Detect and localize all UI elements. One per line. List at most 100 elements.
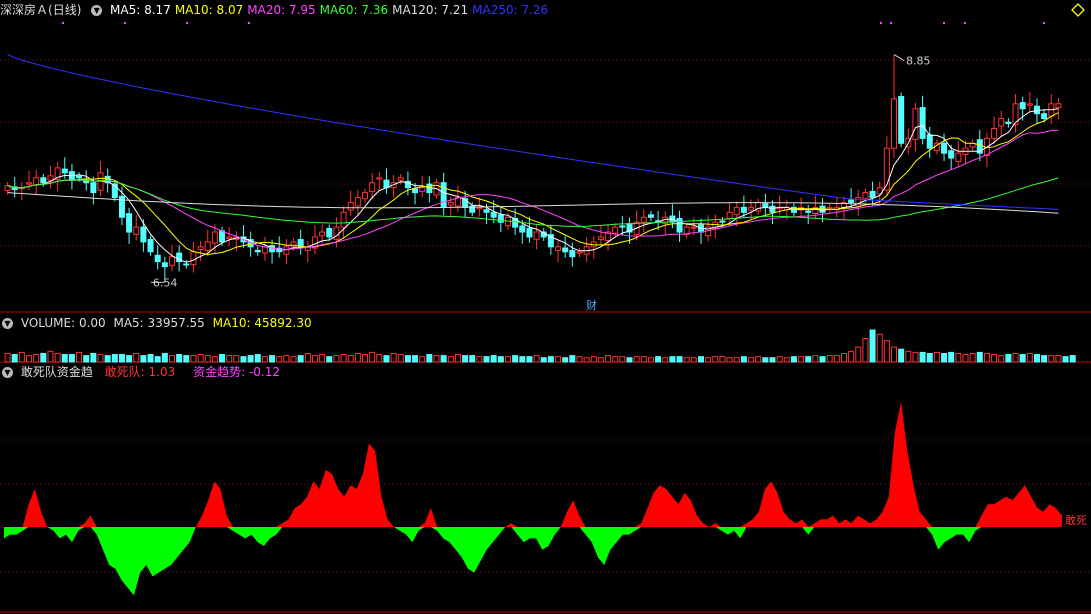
indicator-legend: ▼ 敢死队资金趋 敢死队: 1.03 资金趋势: -0.12 [0, 364, 284, 380]
volume-bar [118, 354, 125, 363]
candle-body [219, 230, 226, 243]
stock-name: 深深房Ａ [0, 3, 49, 17]
volume-bar [433, 355, 440, 363]
volume-bar [211, 356, 218, 363]
candle-body [748, 206, 755, 211]
candle-body [640, 216, 647, 223]
candle-body [991, 127, 998, 139]
candle-body [941, 142, 948, 154]
chevron-down-icon[interactable]: ▼ [91, 5, 103, 16]
candle-body [998, 118, 1005, 127]
volume-bar [40, 352, 47, 363]
volume-bar [254, 354, 261, 363]
volume-bar [204, 355, 211, 363]
chevron-down-icon[interactable]: ▼ [2, 318, 13, 329]
candle-body [126, 213, 133, 233]
candle-body [226, 236, 233, 239]
volume-ma10-label: MA10: [212, 316, 255, 330]
volume-bar [347, 355, 354, 363]
candle-body [569, 250, 576, 258]
volume-bar [555, 356, 562, 363]
chevron-down-icon[interactable]: ▼ [2, 367, 13, 378]
volume-bar [454, 354, 461, 363]
volume-bar [705, 357, 712, 363]
volume-bar [90, 352, 97, 363]
volume-bar [826, 355, 833, 363]
settings-icon[interactable] [1071, 3, 1085, 17]
volume-bar [240, 356, 247, 363]
indicator-s2-label: 资金趋势: [193, 365, 249, 379]
candle-body [948, 150, 955, 159]
volume-bar [719, 356, 726, 363]
signal-dot [124, 22, 126, 24]
volume-bar [504, 356, 511, 363]
volume-bar [4, 352, 11, 363]
volume-bar [840, 352, 847, 363]
volume-bar [583, 357, 590, 363]
volume-bar [697, 356, 704, 363]
volume-bar [926, 352, 933, 363]
volume-bar [948, 351, 955, 363]
candle-body [805, 210, 812, 213]
volume-bar [562, 357, 569, 363]
ma-legend-item: MA10: 8.07 [174, 3, 244, 17]
volume-bar [669, 356, 676, 363]
volume-bar [462, 355, 469, 363]
candle-body [183, 263, 190, 266]
signal-dot [890, 22, 892, 24]
volume-bar [190, 355, 197, 363]
candle-body [1055, 103, 1062, 108]
candle-body [1041, 113, 1048, 120]
volume-bar [161, 352, 168, 363]
volume-bar [340, 354, 347, 363]
candle-body [40, 177, 47, 184]
candle-body [419, 187, 426, 192]
volume-bar [412, 355, 419, 363]
candle-body [898, 96, 905, 144]
volume-bar [404, 355, 411, 363]
candle-body [254, 249, 261, 253]
moving-averages [7, 54, 1059, 263]
volume-bar [1055, 355, 1062, 363]
volume-bar [376, 354, 383, 363]
candle-body [955, 152, 962, 163]
candle-body [612, 226, 619, 234]
volume-bar [26, 355, 33, 363]
volume-bar [776, 356, 783, 363]
candle-body [647, 214, 654, 218]
volume-bar [1069, 355, 1076, 363]
candle-body [1026, 103, 1033, 106]
volume-bar [833, 355, 840, 363]
volume-bar [276, 356, 283, 363]
volume-bar [83, 355, 90, 363]
volume-bar [955, 352, 962, 363]
volume-bar [140, 355, 147, 363]
ma-legend-item: MA120: 7.21 [392, 3, 469, 17]
volume-bar [76, 351, 83, 363]
volume-bar [247, 355, 254, 363]
candle-body [440, 182, 447, 208]
volume-bar [440, 355, 447, 363]
candle-body [597, 236, 604, 241]
volume-bar [176, 354, 183, 363]
low-label: 6.54 [153, 276, 178, 289]
signal-dot [62, 22, 64, 24]
candle-body [326, 227, 333, 238]
volume-bar [483, 356, 490, 363]
annotations: 8.85 6.54 财敢死 [62, 22, 1087, 527]
volume-ma10-value: 45892.30 [254, 316, 312, 330]
stock-chart-canvas[interactable]: 8.85 6.54 财敢死 [0, 0, 1091, 614]
candle-body [147, 239, 154, 253]
volume-bar [898, 348, 905, 363]
volume-ma5-value: 33957.55 [147, 316, 205, 330]
candle-body [369, 182, 376, 192]
volume-bar [819, 356, 826, 363]
volume-bar [590, 356, 597, 363]
indicator-s1-value: 1.03 [148, 365, 176, 379]
volume-bar [855, 346, 862, 363]
candle-body [154, 254, 161, 263]
ma-legend-item: MA250: 7.26 [472, 3, 549, 17]
volume-bar [426, 354, 433, 363]
candle-body [848, 199, 855, 203]
volume-bar [397, 354, 404, 363]
